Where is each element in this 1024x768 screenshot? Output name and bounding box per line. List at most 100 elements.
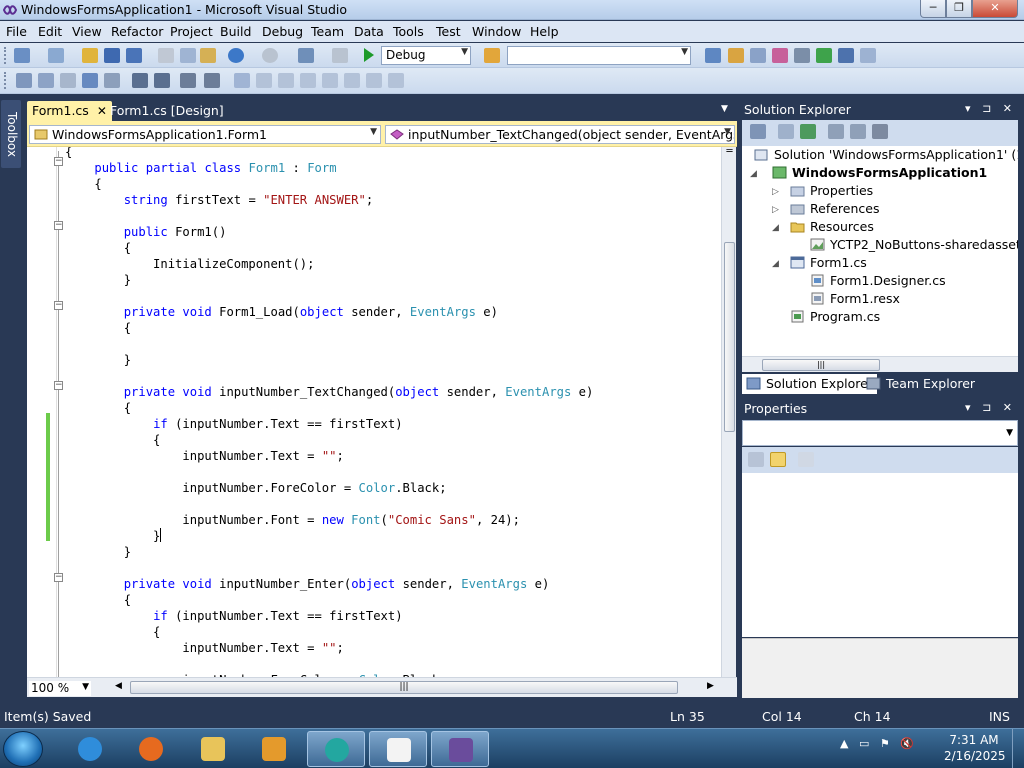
start-button[interactable] (3, 731, 43, 767)
code-line[interactable]: { (65, 592, 131, 608)
taskbar-media-player[interactable] (245, 731, 303, 767)
redo-icon[interactable] (262, 48, 278, 63)
editor-vertical-scrollbar[interactable]: ═ (721, 147, 736, 677)
code-line[interactable]: } (65, 272, 131, 288)
horizontal-scrollbar-thumb[interactable]: ||| (130, 681, 678, 694)
code-line[interactable]: inputNumber.ForeColor = Color.Black; (65, 480, 446, 496)
maximize-button[interactable]: ❐ (946, 0, 972, 18)
tab-solution-explorer[interactable]: Solution Explorer (742, 374, 877, 394)
paste-icon[interactable] (200, 48, 216, 63)
toolbox-icon[interactable] (772, 48, 788, 63)
tab-form1-design[interactable]: Form1.cs [Design] (105, 101, 229, 121)
code-line[interactable]: } (65, 544, 131, 560)
navigate-backward-icon[interactable] (298, 48, 314, 63)
code-line[interactable]: private void inputNumber_TextChanged(obj… (65, 384, 594, 400)
code-line[interactable]: inputNumber.Text = ""; (65, 640, 343, 656)
code-line[interactable]: private void inputNumber_Enter(object se… (65, 576, 550, 592)
toolbar-grip[interactable] (4, 47, 7, 64)
code-line[interactable]: { (65, 320, 131, 336)
decrease-indent-icon[interactable] (132, 73, 148, 88)
menu-test[interactable]: Test (436, 24, 461, 39)
toolbox-tab[interactable]: Toolbox (1, 100, 21, 168)
tools-icon[interactable] (794, 48, 810, 63)
scroll-left-icon[interactable]: ◀ (115, 681, 122, 691)
view-code-icon[interactable] (828, 124, 844, 139)
next-bookmark-document-icon[interactable] (366, 73, 382, 88)
tree-item-properties[interactable]: Properties (790, 182, 873, 200)
view-designer-icon[interactable] (850, 124, 866, 139)
toggle-bookmark-icon[interactable] (234, 73, 250, 88)
scroll-right-icon[interactable]: ▶ (707, 681, 714, 691)
complete-word-icon[interactable] (82, 73, 98, 88)
save-icon[interactable] (104, 48, 120, 63)
code-line[interactable]: public Form1() (65, 224, 227, 240)
previous-bookmark-document-icon[interactable] (344, 73, 360, 88)
collapse-icon[interactable]: − (54, 381, 63, 390)
list-members-icon[interactable] (16, 73, 32, 88)
solution-explorer-horizontal-scrollbar[interactable]: ||| (742, 356, 1018, 372)
properties-window-icon[interactable] (728, 48, 744, 63)
code-line[interactable]: string firstText = "ENTER ANSWER"; (65, 192, 374, 208)
menu-team[interactable]: Team (311, 24, 344, 39)
solution-explorer-icon[interactable] (705, 48, 721, 63)
alphabetical-icon[interactable] (770, 452, 786, 467)
menu-window[interactable]: Window (472, 24, 521, 39)
parameter-info-icon[interactable] (38, 73, 54, 88)
expand-arrow-icon[interactable]: ◢ (772, 223, 779, 233)
find-in-files-icon[interactable] (484, 48, 500, 63)
close-button[interactable]: ✕ (972, 0, 1018, 18)
object-browser-icon[interactable] (750, 48, 766, 63)
uncomment-icon[interactable] (204, 73, 220, 88)
command-window-icon[interactable] (860, 48, 876, 63)
panel-controls[interactable]: ▾ ⊐ ✕ (965, 401, 1016, 414)
show-desktop-button[interactable] (1012, 729, 1024, 768)
collapsed-arrow-icon[interactable]: ▷ (772, 205, 779, 215)
menu-edit[interactable]: Edit (38, 24, 62, 39)
taskbar-firefox[interactable] (122, 731, 180, 767)
code-line[interactable]: { (65, 240, 131, 256)
taskbar-clock[interactable]: 7:31 AM 2/16/2025 (944, 732, 1006, 764)
next-bookmark-icon[interactable] (278, 73, 294, 88)
previous-bookmark-icon[interactable] (256, 73, 272, 88)
solution-configuration-combo[interactable]: Debug ▼ (381, 46, 471, 65)
code-line[interactable]: { (65, 400, 131, 416)
menu-help[interactable]: Help (530, 24, 559, 39)
refresh-icon[interactable] (800, 124, 816, 139)
tree-item-form1-designer[interactable]: Form1.Designer.cs (810, 272, 946, 290)
show-all-files-icon[interactable] (778, 124, 794, 139)
tray-icons[interactable]: ▲ ▭ ⚑ 🔇 (840, 737, 914, 750)
taskbar-visual-studio[interactable] (431, 731, 489, 767)
tree-item-form1-resx[interactable]: Form1.resx (810, 290, 900, 308)
panel-controls[interactable]: ▾ ⊐ ✕ (965, 102, 1016, 115)
categorized-icon[interactable] (748, 452, 764, 467)
tab-form1-cs[interactable]: Form1.cs ✕ (27, 101, 112, 121)
clear-bookmarks-icon[interactable] (388, 73, 404, 88)
quick-info-icon[interactable] (60, 73, 76, 88)
next-bookmark-folder-icon[interactable] (322, 73, 338, 88)
chevron-down-icon[interactable]: ▼ (721, 104, 728, 114)
menu-refactor[interactable]: Refactor (111, 24, 163, 39)
class-diagram-icon[interactable] (872, 124, 888, 139)
zoom-combo[interactable]: 100 % ▼ (29, 681, 91, 696)
code-line[interactable]: private void Form1_Load(object sender, E… (65, 304, 498, 320)
add-item-icon[interactable] (48, 48, 64, 63)
copy-icon[interactable] (180, 48, 196, 63)
collapse-icon[interactable]: − (54, 221, 63, 230)
expand-arrow-icon[interactable]: ◢ (750, 169, 757, 179)
code-line[interactable]: } (65, 528, 162, 544)
code-line[interactable]: inputNumber.Text = ""; (65, 448, 343, 464)
navigate-forward-icon[interactable] (332, 48, 348, 63)
tab-team-explorer[interactable]: Team Explorer (862, 374, 979, 394)
extension-manager-icon[interactable] (838, 48, 854, 63)
properties-object-combo[interactable]: ▼ (742, 420, 1018, 446)
menu-data[interactable]: Data (354, 24, 384, 39)
code-editor[interactable]: − − − − − { public partial class Form1 :… (27, 147, 721, 677)
open-folder-icon[interactable] (82, 48, 98, 63)
tree-item-references[interactable]: References (790, 200, 879, 218)
scrollbar-thumb[interactable] (724, 242, 735, 432)
undo-icon[interactable] (228, 48, 244, 63)
tree-item-program-cs[interactable]: Program.cs (790, 308, 880, 326)
code-line[interactable]: public partial class Form1 : Form (65, 160, 336, 176)
tree-item-asset[interactable]: YCTP2_NoButtons-sharedassets2.asset (810, 236, 1018, 254)
collapsed-arrow-icon[interactable]: ▷ (772, 187, 779, 197)
